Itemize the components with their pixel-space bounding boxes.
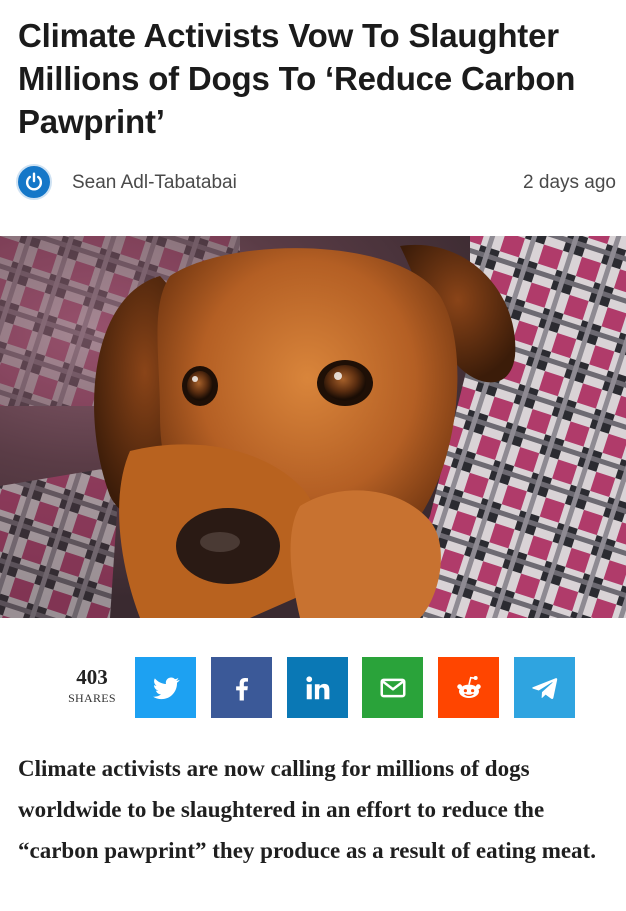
share-linkedin-button[interactable] — [287, 657, 348, 718]
share-bar: 403 SHARES — [62, 657, 582, 719]
publish-time: 2 days ago — [523, 172, 616, 193]
envelope-icon — [380, 678, 405, 697]
author-avatar[interactable] — [16, 164, 52, 200]
share-telegram-button[interactable] — [514, 657, 575, 718]
twitter-bird-icon — [152, 676, 180, 699]
facebook-f-icon — [235, 677, 248, 700]
article-headline: Climate Activists Vow To Slaughter Milli… — [18, 17, 576, 140]
linkedin-in-icon — [305, 675, 329, 699]
hero-image — [0, 236, 626, 618]
share-count: 403 SHARES — [62, 665, 122, 706]
power-icon — [25, 172, 43, 191]
paper-plane-icon — [531, 677, 557, 699]
reddit-alien-icon — [456, 675, 481, 698]
share-count-number: 403 — [76, 665, 108, 689]
share-count-label: SHARES — [68, 691, 116, 705]
share-email-button[interactable] — [362, 657, 423, 718]
share-facebook-button[interactable] — [211, 657, 272, 718]
author-name[interactable]: Sean Adl-Tabatabai — [72, 172, 237, 194]
article-lead-paragraph: Climate activists are now calling for mi… — [18, 756, 596, 863]
byline: Sean Adl-Tabatabai 2 days ago — [16, 162, 616, 206]
share-twitter-button[interactable] — [135, 657, 196, 718]
share-reddit-button[interactable] — [438, 657, 499, 718]
